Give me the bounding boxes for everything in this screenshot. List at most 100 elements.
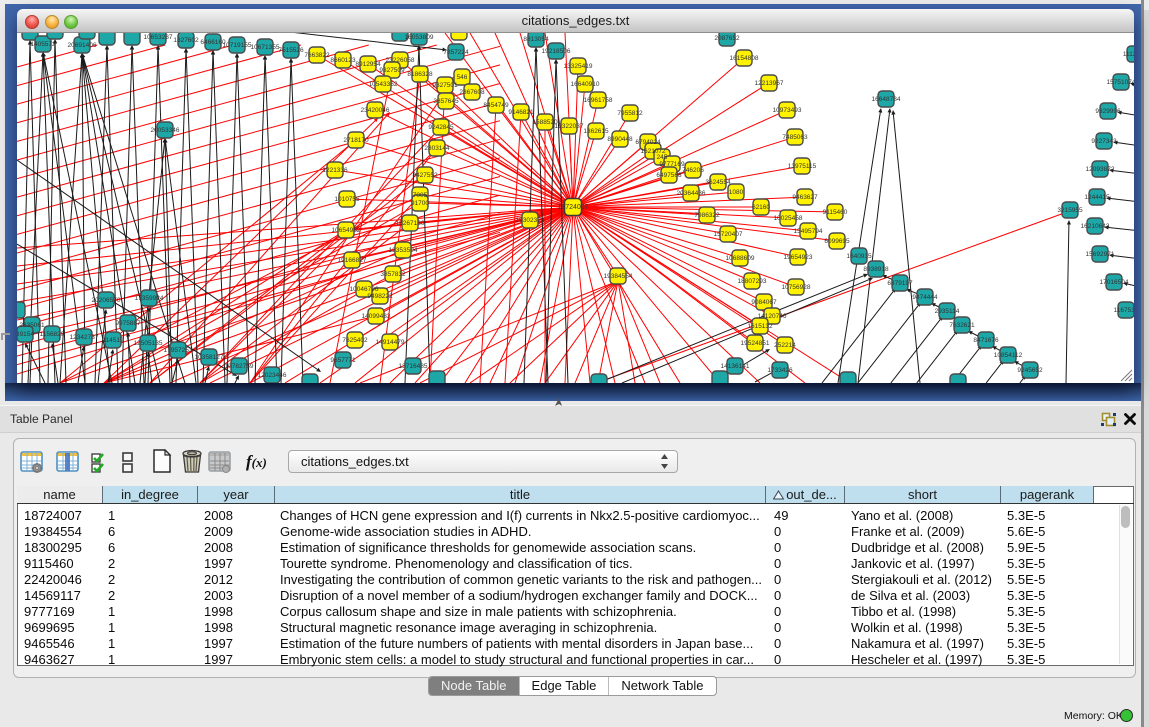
svg-text:20691406: 20691406 (68, 42, 97, 49)
svg-text:17957253: 17957253 (164, 347, 193, 354)
svg-text:9242845: 9242845 (428, 124, 454, 131)
svg-text:12023446: 12023446 (258, 372, 287, 379)
svg-text:1362615: 1362615 (583, 128, 609, 135)
svg-text:9975887: 9975887 (115, 320, 141, 327)
svg-text:10358127: 10358127 (195, 354, 224, 361)
svg-text:18267130: 18267130 (396, 220, 425, 227)
svg-text:16210643: 16210643 (1081, 223, 1110, 230)
svg-text:1615132: 1615132 (747, 323, 773, 330)
svg-text:12213967: 12213967 (755, 80, 784, 87)
svg-text:10671355: 10671355 (251, 44, 280, 51)
svg-text:14914479: 14914479 (376, 339, 405, 346)
svg-text:10653287: 10653287 (144, 34, 173, 41)
svg-text:6099695: 6099695 (824, 238, 850, 245)
svg-text:3857832: 3857832 (380, 271, 406, 278)
svg-text:2718170: 2718170 (343, 137, 369, 144)
svg-text:2635061: 2635061 (19, 322, 45, 329)
svg-text:10973493: 10973493 (773, 107, 802, 114)
svg-text:8912954: 8912954 (355, 61, 381, 68)
svg-text:19218506: 19218506 (542, 48, 571, 55)
svg-text:10719155: 10719155 (223, 42, 252, 49)
svg-text:8186328: 8186328 (407, 71, 433, 78)
svg-text:1244415: 1244415 (1084, 194, 1110, 201)
svg-text:7005: 7005 (413, 192, 428, 199)
svg-text:252214: 252214 (774, 342, 796, 349)
svg-text:13325419: 13325419 (564, 63, 593, 70)
svg-text:7857224: 7857224 (443, 49, 469, 56)
svg-text:17359924: 17359924 (135, 295, 164, 302)
svg-text:9327509: 9327509 (379, 67, 405, 74)
svg-text:1733426: 1733426 (767, 367, 793, 374)
svg-text:7515526: 7515526 (278, 47, 304, 54)
svg-text:114519: 114519 (102, 337, 124, 344)
svg-text:10543362: 10543362 (369, 81, 398, 88)
svg-text:39154: 39154 (17, 331, 34, 338)
svg-text:10654982: 10654982 (332, 227, 361, 234)
svg-text:13975115: 13975115 (788, 163, 817, 170)
svg-text:1010755: 1010755 (334, 196, 360, 203)
svg-text:91700: 91700 (411, 200, 429, 207)
svg-text:20053346: 20053346 (151, 127, 180, 134)
svg-text:2087652: 2087652 (714, 35, 740, 42)
svg-text:2867608: 2867608 (459, 89, 485, 96)
svg-text:546: 546 (457, 74, 468, 81)
svg-text:1221336: 1221336 (322, 167, 348, 174)
svg-text:19166827: 19166827 (338, 257, 367, 264)
svg-text:7625402: 7625402 (342, 337, 368, 344)
svg-text:9498222: 9498222 (367, 293, 393, 300)
svg-text:15692971: 15692971 (1086, 251, 1115, 258)
svg-text:10756928: 10756928 (782, 284, 811, 291)
svg-text:23226058: 23226058 (386, 57, 415, 64)
svg-text:6794024: 6794024 (635, 139, 661, 146)
svg-text:8990448: 8990448 (607, 136, 633, 143)
svg-text:14099483: 14099483 (362, 313, 391, 320)
svg-text:1112954: 1112954 (1123, 51, 1134, 58)
svg-text:16961758: 16961758 (584, 97, 613, 104)
svg-text:15751074: 15751074 (1107, 79, 1134, 86)
svg-text:10025458: 10025458 (774, 215, 803, 222)
svg-text:18807293: 18807293 (738, 278, 767, 285)
svg-text:1640935: 1640935 (846, 253, 872, 260)
svg-text:2935114: 2935114 (935, 308, 960, 315)
svg-text:12342737: 12342737 (70, 334, 99, 341)
svg-text:18322037: 18322037 (555, 123, 584, 130)
svg-text:7663822: 7663822 (304, 52, 330, 59)
svg-text:1156829: 1156829 (40, 331, 65, 338)
svg-text:746206: 746206 (682, 167, 704, 174)
svg-text:10046706: 10046706 (350, 286, 379, 293)
svg-text:23420046: 23420046 (361, 107, 390, 114)
svg-text:10688609: 10688609 (726, 255, 755, 262)
svg-text:9329996: 9329996 (1095, 108, 1121, 115)
svg-text:9463627: 9463627 (792, 194, 818, 201)
svg-text:1167533: 1167533 (1114, 307, 1134, 314)
svg-text:3624554: 3624554 (705, 179, 731, 186)
svg-text:19302373: 19302373 (516, 217, 545, 224)
svg-text:16154808: 16154808 (730, 55, 759, 62)
svg-text:7632621: 7632621 (949, 322, 975, 329)
svg-text:8660123: 8660123 (330, 57, 356, 64)
svg-text:9146821: 9146821 (508, 109, 534, 116)
svg-text:3857645: 3857645 (433, 98, 459, 105)
svg-text:9474444: 9474444 (912, 294, 938, 301)
svg-text:16640910: 16640910 (571, 81, 600, 88)
svg-text:13716485: 13716485 (399, 363, 428, 370)
svg-text:12505135: 12505135 (134, 340, 163, 347)
svg-text:14120746: 14120746 (758, 313, 787, 320)
svg-text:12353594: 12353594 (389, 247, 418, 254)
svg-text:14136141: 14136141 (721, 363, 750, 370)
svg-text:10854112: 10854112 (994, 352, 1023, 359)
svg-text:10782759: 10782759 (225, 363, 254, 370)
svg-text:2803144: 2803144 (424, 145, 450, 152)
svg-text:8813054: 8813054 (523, 36, 549, 43)
svg-text:8427552: 8427552 (412, 172, 438, 179)
svg-text:20206570: 20206570 (92, 297, 121, 304)
svg-text:8938918: 8938918 (863, 266, 889, 273)
svg-text:3215955: 3215955 (1057, 207, 1083, 214)
svg-text:6879197: 6879197 (887, 280, 913, 287)
svg-text:7986322: 7986322 (694, 212, 720, 219)
svg-text:15720407: 15720407 (714, 231, 743, 238)
svg-text:8454749: 8454749 (483, 102, 509, 109)
svg-text:9327501: 9327501 (432, 82, 458, 89)
svg-text:9115460: 9115460 (823, 209, 848, 216)
svg-text:245: 245 (657, 154, 668, 161)
